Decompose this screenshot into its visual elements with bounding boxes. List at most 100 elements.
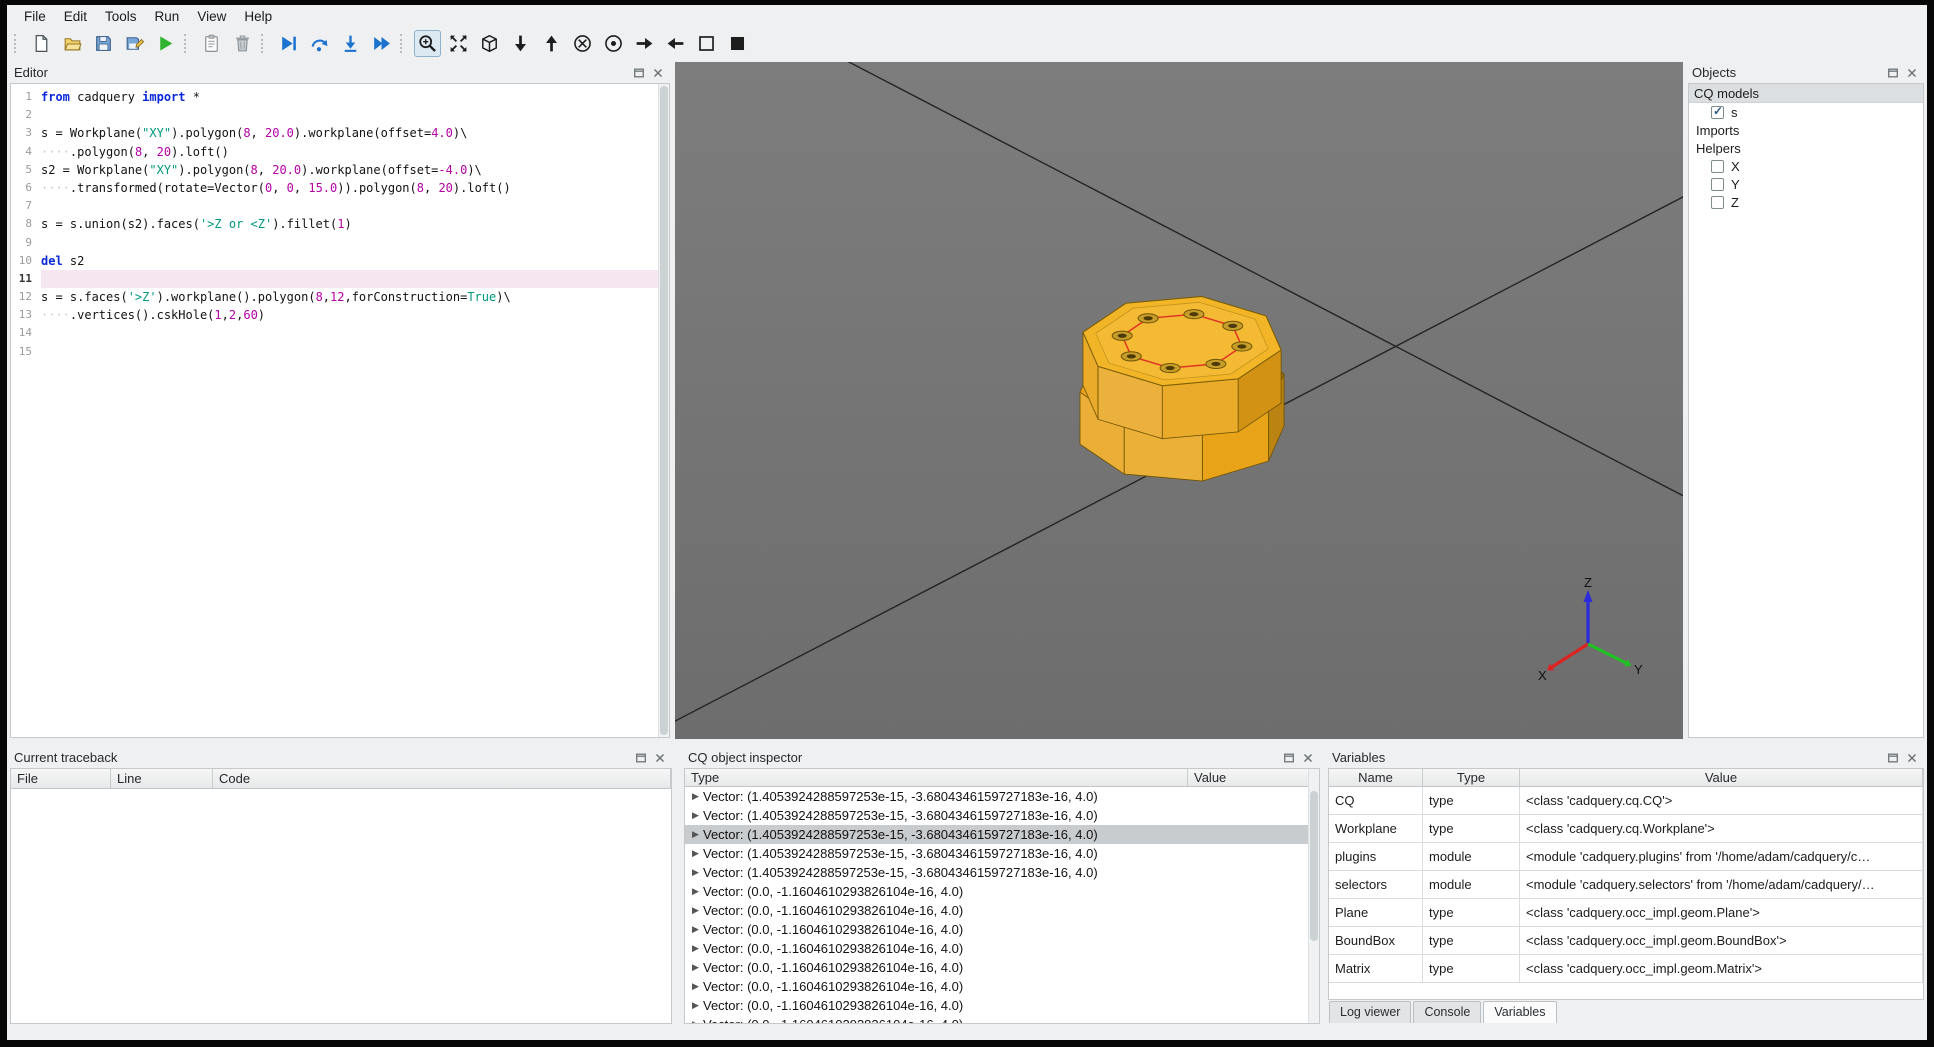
float-panel-icon[interactable] (1885, 750, 1901, 765)
inspector-row[interactable]: ▶Vector: (0.0, -1.1604610293826104e-16, … (685, 1015, 1319, 1023)
inspector-col-value[interactable]: Value (1188, 769, 1319, 786)
variables-col-value[interactable]: Value (1520, 769, 1923, 786)
expand-arrow-icon[interactable]: ▶ (688, 867, 703, 878)
code-line-11[interactable]: 11 (11, 269, 669, 289)
new-script-button[interactable] (28, 30, 55, 57)
fit-all-button[interactable] (445, 30, 472, 57)
left-view-button[interactable] (662, 30, 689, 57)
code-line-3[interactable]: 3 s = Workplane("XY").polygon(8, 20.0).wo… (11, 124, 669, 142)
inspector-row[interactable]: ▶Vector: (0.0, -1.1604610293826104e-16, … (685, 958, 1319, 977)
back-view-button[interactable] (569, 30, 596, 57)
render-button[interactable] (152, 30, 179, 57)
inspector-row[interactable]: ▶ Vector: (1.4053924288597253e-15, -3.680… (685, 806, 1319, 825)
inspector-row[interactable]: ▶Vector: (0.0, -1.1604610293826104e-16, … (685, 977, 1319, 996)
right-view-button[interactable] (631, 30, 658, 57)
3d-viewport[interactable]: X Y Z (675, 62, 1683, 739)
debug-button[interactable] (275, 30, 302, 57)
code-line-14[interactable]: 14 (11, 324, 669, 342)
code-line-6[interactable]: 6 ····.transformed(rotate=Vector(0, 0, 15… (11, 179, 669, 197)
expand-arrow-icon[interactable]: ▶ (688, 829, 703, 840)
front-view-button[interactable] (600, 30, 627, 57)
menu-file[interactable]: File (15, 7, 55, 26)
expand-arrow-icon[interactable]: ▶ (688, 791, 703, 802)
menu-edit[interactable]: Edit (55, 7, 96, 26)
code-editor[interactable]: 1 from cadquery import * 2 3 s = Workplane("… (10, 83, 670, 738)
code-line-1[interactable]: 1 from cadquery import * (11, 88, 669, 106)
expand-arrow-icon[interactable]: ▶ (688, 924, 703, 935)
save-as-button[interactable] (121, 30, 148, 57)
tab-log-viewer[interactable]: Log viewer (1329, 1001, 1412, 1023)
code-line-9[interactable]: 9 (11, 234, 669, 252)
tab-variables[interactable]: Variables (1483, 1001, 1557, 1023)
inspector-row[interactable]: ▶ Vector: (1.4053924288597253e-15, -3.680… (685, 844, 1319, 863)
code-line-13[interactable]: 13 ····.vertices().cskHole(1,2,60) (11, 306, 669, 324)
open-button[interactable] (59, 30, 86, 57)
iso-view-button[interactable] (476, 30, 503, 57)
menu-view[interactable]: View (188, 7, 235, 26)
variable-row-workplane[interactable]: Workplane type <class 'cadquery.cq.Workpla… (1329, 815, 1923, 843)
editor-scrollbar[interactable] (658, 84, 669, 737)
variable-row-plugins[interactable]: plugins module <module 'cadquery.plugins' … (1329, 843, 1923, 871)
inspector-col-type[interactable]: Type (685, 769, 1188, 786)
code-line-2[interactable]: 2 (11, 106, 669, 124)
checkbox-y[interactable] (1711, 177, 1724, 191)
menu-run[interactable]: Run (146, 7, 189, 26)
continue-button[interactable] (368, 30, 395, 57)
close-panel-icon[interactable] (1904, 750, 1920, 765)
menu-help[interactable]: Help (235, 7, 281, 26)
expand-arrow-icon[interactable]: ▶ (688, 981, 703, 992)
code-line-5[interactable]: 5 s2 = Workplane("XY").polygon(8, 20.0).w… (11, 161, 669, 179)
code-line-12[interactable]: 12 s = s.faces('>Z').workplane().polygon(… (11, 288, 669, 306)
variable-row-boundbox[interactable]: BoundBox type <class 'cadquery.occ_impl.ge… (1329, 927, 1923, 955)
objects-item-helpers[interactable]: Helpers (1689, 139, 1923, 157)
close-panel-icon[interactable] (1300, 750, 1316, 765)
code-line-4[interactable]: 4 ····.polygon(8, 20).loft() (11, 143, 669, 161)
inspector-scrollbar[interactable] (1308, 769, 1319, 1023)
float-panel-icon[interactable] (1281, 750, 1297, 765)
top-view-button[interactable] (538, 30, 565, 57)
tab-console[interactable]: Console (1413, 1001, 1482, 1023)
expand-arrow-icon[interactable]: ▶ (688, 962, 703, 973)
objects-item-s[interactable]: s (1689, 103, 1923, 121)
step-into-button[interactable] (337, 30, 364, 57)
expand-arrow-icon[interactable]: ▶ (688, 886, 703, 897)
inspector-row[interactable]: ▶ Vector: (1.4053924288597253e-15, -3.680… (685, 825, 1319, 844)
variables-col-name[interactable]: Name (1329, 769, 1423, 786)
float-panel-icon[interactable] (631, 65, 647, 80)
shaded-view-button[interactable] (724, 30, 751, 57)
objects-item-x[interactable]: X (1689, 157, 1923, 175)
inspector-scrollbar-handle[interactable] (1310, 791, 1318, 941)
float-panel-icon[interactable] (633, 750, 649, 765)
variable-row-selectors[interactable]: selectors module <module 'cadquery.selecto… (1329, 871, 1923, 899)
checkbox-x[interactable] (1711, 159, 1724, 173)
editor-scrollbar-handle[interactable] (660, 86, 668, 735)
menu-tools[interactable]: Tools (96, 7, 146, 26)
expand-arrow-icon[interactable]: ▶ (688, 810, 703, 821)
expand-arrow-icon[interactable]: ▶ (688, 848, 703, 859)
bottom-view-button[interactable] (507, 30, 534, 57)
step-over-button[interactable] (306, 30, 333, 57)
objects-item-y[interactable]: Y (1689, 175, 1923, 193)
expand-arrow-icon[interactable]: ▶ (688, 1000, 703, 1011)
expand-arrow-icon[interactable]: ▶ (688, 1019, 703, 1023)
traceback-col-file[interactable]: File (11, 769, 111, 788)
code-line-15[interactable]: 15 (11, 343, 669, 361)
variable-row-cq[interactable]: CQ type <class 'cadquery.cq.CQ'> (1329, 787, 1923, 815)
code-area[interactable]: 1 from cadquery import * 2 3 s = Workplane("… (11, 84, 669, 361)
close-panel-icon[interactable] (650, 65, 666, 80)
expand-arrow-icon[interactable]: ▶ (688, 905, 703, 916)
inspector-row[interactable]: ▶Vector: (0.0, -1.1604610293826104e-16, … (685, 920, 1319, 939)
inspector-row[interactable]: ▶Vector: (0.0, -1.1604610293826104e-16, … (685, 882, 1319, 901)
inspector-row[interactable]: ▶ Vector: (1.4053924288597253e-15, -3.680… (685, 787, 1319, 806)
traceback-col-code[interactable]: Code (213, 769, 671, 788)
variables-col-type[interactable]: Type (1423, 769, 1520, 786)
save-button[interactable] (90, 30, 117, 57)
inspector-row[interactable]: ▶ Vector: (1.4053924288597253e-15, -3.680… (685, 863, 1319, 882)
float-panel-icon[interactable] (1885, 65, 1901, 80)
checkbox-s[interactable] (1711, 104, 1724, 119)
close-panel-icon[interactable] (1904, 65, 1920, 80)
clipboard-button[interactable] (198, 30, 225, 57)
variable-row-matrix[interactable]: Matrix type <class 'cadquery.occ_impl.geom… (1329, 955, 1923, 983)
inspector-row[interactable]: ▶Vector: (0.0, -1.1604610293826104e-16, … (685, 939, 1319, 958)
checkbox-z[interactable] (1711, 195, 1724, 209)
